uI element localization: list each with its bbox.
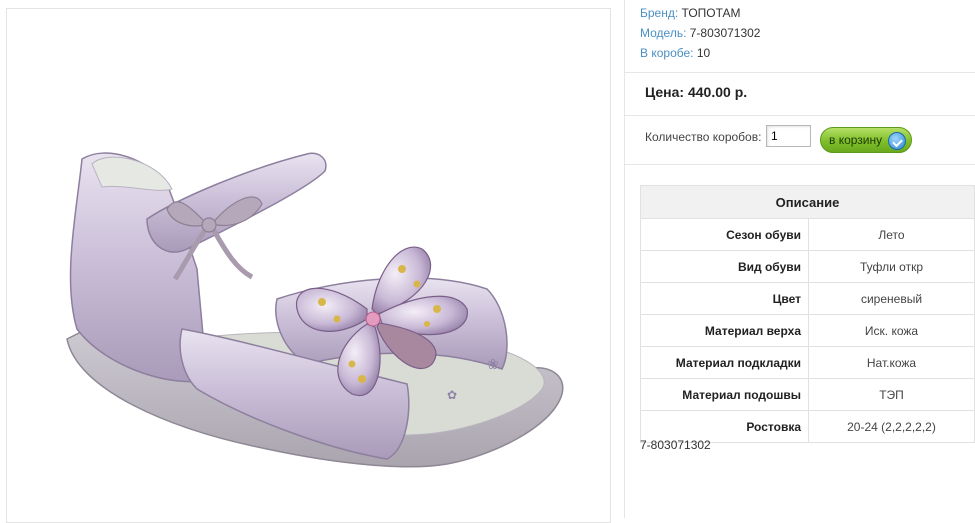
divider-line [625,72,975,73]
product-image[interactable]: ✿ ❀ [6,8,611,523]
spec-key: Цвет [640,282,809,315]
specs-header: Описание [640,185,975,219]
divider-line [625,115,975,116]
table-row: Сезон обуви Лето [640,218,975,251]
model-value: 7-803071302 [689,26,761,40]
spec-value: 20-24 (2,2,2,2,2) [808,410,975,443]
model-row: Модель: 7-803071302 [640,26,760,40]
spec-value: ТЭП [808,378,975,411]
sandal-illustration: ✿ ❀ [66,152,564,468]
box-quantity-value: 10 [696,46,711,60]
quantity-label: Количество коробов: [645,130,762,144]
table-row: Вид обуви Туфли откр [640,250,975,283]
spec-value: Туфли откр [808,250,975,283]
box-quantity-row: В коробе: 10 [640,46,710,60]
spec-value: сиреневый [808,282,975,315]
spec-key: Вид обуви [640,250,809,283]
spec-key: Сезон обуви [640,218,809,251]
price: Цена: 440.00 р. [645,84,748,100]
sku-text: 7-803071302 [640,438,711,452]
brand-row: Бренд: ТОПОТАМ [640,6,741,20]
brand-value: ТОПОТАМ [681,6,741,20]
spec-key: Материал верха [640,314,809,347]
divider-line [625,164,975,165]
table-row: Материал подкладки Нат.кожа [640,346,975,379]
column-divider [624,0,625,518]
table-row: Цвет сиреневый [640,282,975,315]
table-row: Материал верха Иск. кожа [640,314,975,347]
svg-text:❀: ❀ [487,357,499,373]
quantity-input[interactable] [766,125,811,147]
add-to-cart-button[interactable]: в корзину [820,127,912,153]
spec-key: Материал подошвы [640,378,809,411]
specs-table: Описание Сезон обуви Лето Вид обуви Туфл… [640,185,975,443]
spec-value: Иск. кожа [808,314,975,347]
svg-text:✿: ✿ [447,388,457,402]
add-to-cart-label: в корзину [829,133,883,147]
model-label: Модель: [640,26,687,40]
box-quantity-label: В коробе: [640,46,694,60]
check-circle-icon [888,132,906,150]
brand-label: Бренд: [640,6,679,20]
spec-key: Материал подкладки [640,346,809,379]
spec-value: Лето [808,218,975,251]
spec-value: Нат.кожа [808,346,975,379]
table-row: Материал подошвы ТЭП [640,378,975,411]
